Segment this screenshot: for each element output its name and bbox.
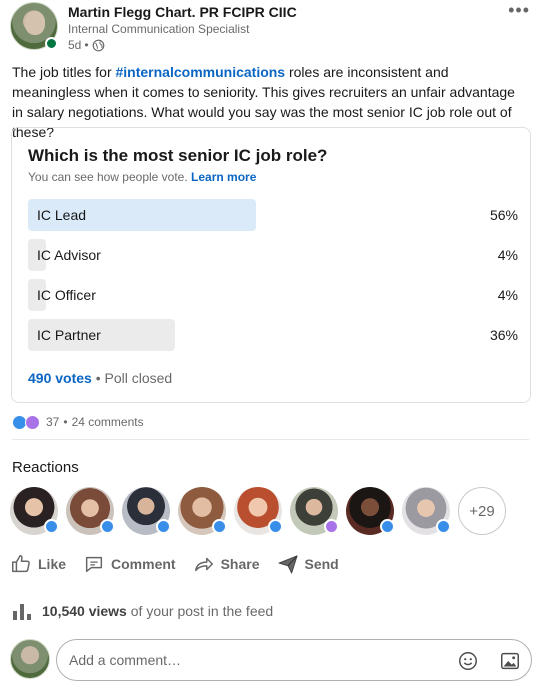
- comment-composer: Add a comment…: [10, 637, 532, 683]
- like-badge-icon: [212, 519, 227, 534]
- like-badge-icon: [436, 519, 451, 534]
- poll-option-percent: 56%: [489, 207, 518, 223]
- share-label: Share: [220, 556, 260, 572]
- hashtag-link[interactable]: #internalcommunications: [116, 64, 286, 80]
- reactors-list: +29: [10, 487, 506, 535]
- post-age: 5d: [68, 38, 82, 52]
- comment-button[interactable]: Comment: [83, 553, 176, 575]
- poll-status: Poll closed: [104, 370, 173, 386]
- views-suffix: of your post in the feed: [126, 603, 274, 619]
- views-text: 10,540 views of your post in the feed: [42, 603, 273, 619]
- reactor-avatar[interactable]: [346, 487, 395, 535]
- comments-count[interactable]: 24 comments: [72, 415, 144, 429]
- poll-visibility-text: You can see how people vote.: [28, 170, 188, 184]
- analytics-bar-icon: [13, 604, 31, 620]
- comment-icon: [85, 556, 103, 573]
- curious-badge-icon: [324, 519, 339, 534]
- post-text-start: The job titles for: [12, 64, 116, 80]
- more-reactors-button[interactable]: +29: [458, 487, 506, 535]
- comment-placeholder: Add a comment…: [69, 652, 182, 668]
- reactor-avatar[interactable]: [234, 487, 283, 535]
- like-label: Like: [38, 556, 67, 572]
- more-options-icon[interactable]: •••: [508, 1, 530, 19]
- reactor-avatar[interactable]: [122, 487, 171, 535]
- poll-option: IC Lead 56%: [28, 199, 518, 231]
- post-analytics[interactable]: 10,540 views of your post in the feed: [12, 602, 273, 620]
- reactor-avatar[interactable]: [66, 487, 115, 535]
- poll-question: Which is the most senior IC job role?: [28, 146, 328, 165]
- author-title: Internal Communication Specialist: [68, 22, 250, 36]
- like-badge-icon: [44, 519, 59, 534]
- reactor-avatar[interactable]: [10, 487, 59, 535]
- comment-label: Comment: [111, 556, 176, 572]
- action-bar: Like Comment Share Send: [10, 551, 356, 577]
- social-separator: •: [63, 415, 68, 429]
- reactor-avatar[interactable]: [402, 487, 451, 535]
- poll-option-percent: 4%: [497, 247, 518, 263]
- thumbs-up-icon: [12, 555, 30, 573]
- author-name[interactable]: Martin Flegg Chart. PR FCIPR CIIC: [68, 4, 297, 20]
- poll-option: IC Partner 36%: [28, 319, 518, 351]
- image-icon[interactable]: [499, 650, 521, 672]
- post-meta: 5d •: [68, 38, 105, 52]
- poll-option-label: IC Officer: [37, 287, 96, 303]
- share-arrow-icon: [194, 557, 213, 572]
- social-counts[interactable]: 37 • 24 comments: [12, 413, 144, 431]
- send-button[interactable]: Send: [277, 553, 339, 575]
- poll-option: IC Officer 4%: [28, 279, 518, 311]
- comment-input[interactable]: Add a comment…: [56, 639, 532, 681]
- emoji-icon[interactable]: [457, 650, 479, 672]
- reactions-heading: Reactions: [12, 459, 79, 476]
- poll-visibility-note: You can see how people vote. Learn more: [28, 170, 256, 184]
- poll-option-percent: 4%: [497, 287, 518, 303]
- send-label: Send: [304, 556, 339, 572]
- like-badge-icon: [100, 519, 115, 534]
- like-badge-icon: [380, 519, 395, 534]
- reactor-avatar[interactable]: [178, 487, 227, 535]
- poll-option-percent: 36%: [489, 327, 518, 343]
- reaction-count[interactable]: 37: [46, 415, 59, 429]
- poll-option-label: IC Partner: [37, 327, 101, 343]
- reactor-avatar[interactable]: [290, 487, 339, 535]
- learn-more-link[interactable]: Learn more: [191, 170, 256, 184]
- share-button[interactable]: Share: [193, 553, 260, 575]
- author-avatar-wrap[interactable]: [10, 2, 58, 50]
- like-badge-icon: [268, 519, 283, 534]
- poll-votes-link[interactable]: 490 votes: [28, 370, 92, 386]
- views-count: 10,540 views: [42, 603, 127, 619]
- poll-option-label: IC Lead: [37, 207, 87, 223]
- divider: [12, 439, 529, 440]
- current-user-avatar: [10, 639, 50, 679]
- poll-footer-separator: •: [95, 370, 101, 386]
- like-button[interactable]: Like: [10, 553, 66, 575]
- curious-reaction-icon: [25, 414, 40, 430]
- like-badge-icon: [156, 519, 171, 534]
- send-plane-icon: [277, 555, 298, 574]
- poll-option-label: IC Advisor: [37, 247, 101, 263]
- online-status-indicator: [45, 37, 58, 50]
- meta-separator: •: [84, 38, 89, 52]
- post-header: Martin Flegg Chart. PR FCIPR CIIC Intern…: [10, 1, 530, 54]
- globe-icon: [92, 39, 104, 51]
- poll-option: IC Advisor 4%: [28, 239, 518, 271]
- poll-footer: 490 votes • Poll closed: [28, 370, 172, 386]
- poll-card: Which is the most senior IC job role? Yo…: [11, 127, 531, 403]
